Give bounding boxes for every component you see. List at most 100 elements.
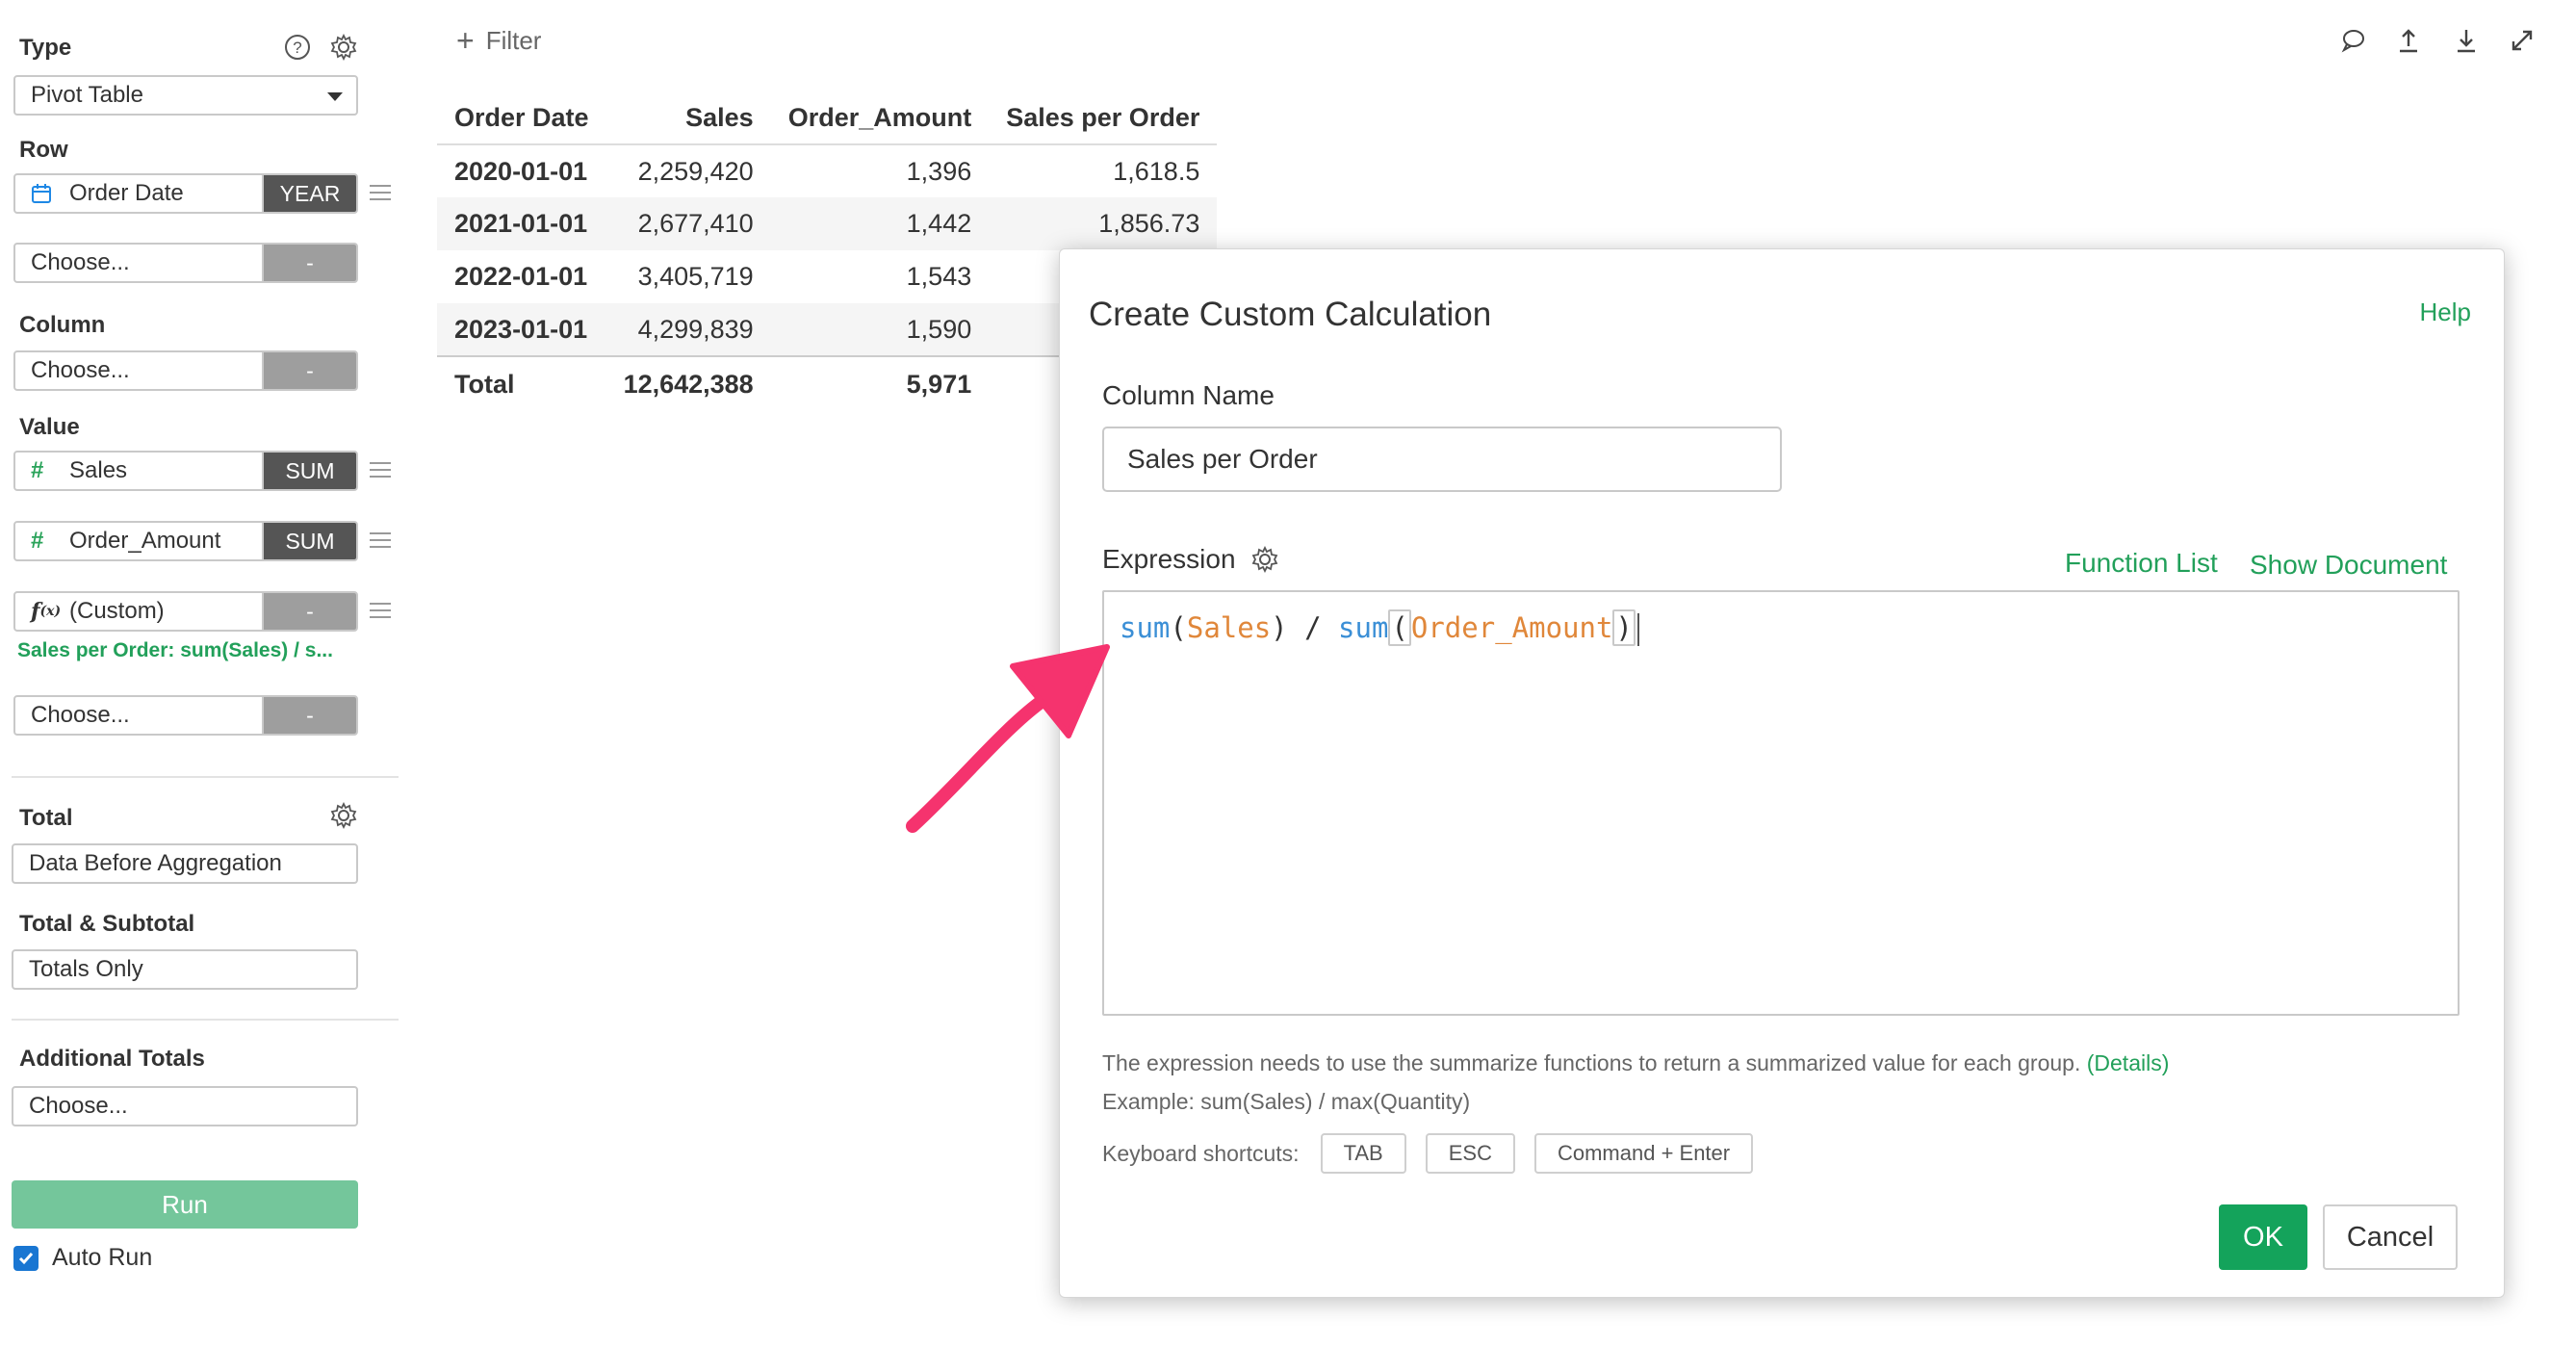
token-column: Sales: [1186, 611, 1272, 644]
expression-label-row: Expression: [1102, 544, 1278, 575]
column-header[interactable]: Order Date: [437, 92, 606, 145]
table-cell: 2021-01-01: [437, 197, 606, 250]
shortcut-esc: ESC: [1425, 1133, 1515, 1174]
table-cell: 2022-01-01: [454, 262, 588, 291]
drag-handle-icon[interactable]: [370, 185, 391, 200]
table-cell: 4,299,839: [605, 303, 771, 356]
shortcut-command-enter: Command + Enter: [1533, 1133, 1754, 1174]
column-header[interactable]: Sales per Order: [989, 92, 1218, 145]
type-label: Type: [19, 35, 72, 61]
example-text: Example: sum(Sales) / max(Quantity): [1102, 1089, 1471, 1114]
divider: [12, 1019, 399, 1021]
row-label: Row: [19, 137, 68, 163]
token-paren-matched: ): [1612, 609, 1636, 646]
value-field-order-amount[interactable]: # Order_Amount SUM: [13, 521, 358, 561]
row-agg-button[interactable]: YEAR: [262, 175, 356, 212]
value-agg-button[interactable]: SUM: [262, 453, 356, 489]
value-field-sales[interactable]: # Sales SUM: [13, 451, 358, 491]
table-cell: 12,642,388: [605, 355, 771, 412]
type-select[interactable]: Pivot Table: [13, 75, 358, 116]
upload-icon[interactable]: [2391, 23, 2426, 58]
value-field-name: (Custom): [69, 598, 165, 624]
filter-button[interactable]: + Filter: [456, 25, 541, 56]
gear-icon[interactable]: [327, 799, 360, 832]
expand-icon[interactable]: [2505, 23, 2539, 58]
table-cell: 2,259,420: [637, 156, 754, 186]
table-row: 2021-01-01 2,677,410 1,442 1,856.73: [437, 197, 1218, 250]
table-row: 2020-01-01 2,259,420 1,396 1,618.5: [437, 144, 1217, 197]
help-circle-icon[interactable]: ?: [281, 31, 314, 64]
shortcut-tab: TAB: [1320, 1133, 1406, 1174]
column-label: Column: [19, 312, 106, 338]
cancel-button[interactable]: Cancel: [2323, 1204, 2458, 1270]
value-field-choose[interactable]: Choose... -: [13, 695, 358, 736]
total-subtotal-label: Total & Subtotal: [19, 911, 195, 937]
table-cell: 2023-01-01: [437, 303, 606, 356]
column-header[interactable]: Sales: [605, 92, 771, 145]
token-paren: ): [1271, 611, 1288, 644]
checkbox-checked-icon[interactable]: [13, 1245, 39, 1271]
value-label: Value: [19, 414, 80, 440]
drag-handle-icon[interactable]: [370, 532, 391, 548]
custom-calculation-note[interactable]: Sales per Order: sum(Sales) / s...: [17, 639, 354, 662]
help-link[interactable]: Help: [2420, 298, 2471, 327]
expression-editor[interactable]: sum(Sales) / sum(Order_Amount): [1102, 590, 2460, 1016]
hash-icon: #: [31, 457, 44, 483]
gear-icon[interactable]: [1251, 546, 1278, 573]
total-label: Total: [19, 805, 73, 831]
value-choose-agg[interactable]: -: [262, 697, 356, 734]
keyboard-shortcuts: Keyboard shortcuts: TAB ESC Command + En…: [1102, 1133, 1772, 1174]
comment-icon[interactable]: [2335, 23, 2370, 58]
row-choose-agg[interactable]: -: [262, 245, 356, 281]
details-link[interactable]: (Details): [2087, 1050, 2170, 1075]
value-agg-button[interactable]: SUM: [262, 523, 356, 559]
column-choose-label: Choose...: [31, 357, 130, 383]
token-operator: /: [1287, 611, 1339, 644]
text-cursor: [1636, 613, 1639, 646]
caret-down-icon: [327, 92, 343, 101]
expression-label: Expression: [1102, 544, 1236, 574]
table-cell: 1,618.5: [1113, 156, 1200, 186]
expression-hint: The expression needs to use the summariz…: [1102, 1050, 2169, 1076]
filter-label: Filter: [485, 25, 542, 55]
table-cell: 1,396: [906, 156, 972, 186]
download-icon[interactable]: [2449, 23, 2484, 58]
shortcuts-label: Keyboard shortcuts:: [1102, 1140, 1300, 1166]
table-cell: 3,405,719: [637, 262, 754, 291]
auto-run-toggle[interactable]: Auto Run: [13, 1244, 152, 1272]
column-name-input[interactable]: Sales per Order: [1102, 427, 1782, 492]
column-header[interactable]: Order_Amount: [770, 92, 990, 145]
drag-handle-icon[interactable]: [370, 462, 391, 478]
column-field-choose[interactable]: Choose... -: [13, 350, 358, 391]
function-list-link[interactable]: Function List: [2065, 548, 2218, 579]
value-field-name: Order_Amount: [69, 528, 221, 554]
row-field-order-date[interactable]: Order Date YEAR: [13, 173, 358, 214]
top-toolbar: [2335, 23, 2576, 62]
function-icon: f (x): [31, 599, 62, 624]
value-field-custom[interactable]: f (x) (Custom) -: [13, 591, 358, 632]
column-choose-agg[interactable]: -: [262, 352, 356, 389]
total-select[interactable]: Data Before Aggregation: [12, 843, 358, 884]
show-document-link[interactable]: Show Document: [2250, 550, 2447, 581]
table-cell: 2020-01-01: [454, 156, 588, 186]
arrow-shaft: [906, 696, 1046, 833]
table-cell: 1,856.73: [989, 197, 1218, 250]
svg-text:?: ?: [293, 39, 301, 57]
divider: [12, 776, 399, 778]
total-subtotal-select[interactable]: Totals Only: [12, 949, 358, 990]
table-cell: 1,442: [770, 197, 990, 250]
type-select-value: Pivot Table: [31, 82, 143, 108]
value-custom-agg[interactable]: -: [262, 593, 356, 630]
token-function: sum: [1120, 611, 1171, 644]
additional-totals-select[interactable]: Choose...: [12, 1086, 358, 1126]
run-button[interactable]: Run: [12, 1180, 358, 1229]
gear-icon[interactable]: [327, 31, 360, 64]
table-header-row: Order Date Sales Order_Amount Sales per …: [437, 92, 1218, 145]
ok-button[interactable]: OK: [2219, 1204, 2307, 1270]
drag-handle-icon[interactable]: [370, 603, 391, 618]
row-field-choose[interactable]: Choose... -: [13, 243, 358, 283]
table-cell: 2,677,410: [605, 197, 771, 250]
table-cell: 1,590: [770, 303, 990, 356]
hash-icon: #: [31, 528, 44, 554]
table-cell: Total: [437, 355, 606, 412]
